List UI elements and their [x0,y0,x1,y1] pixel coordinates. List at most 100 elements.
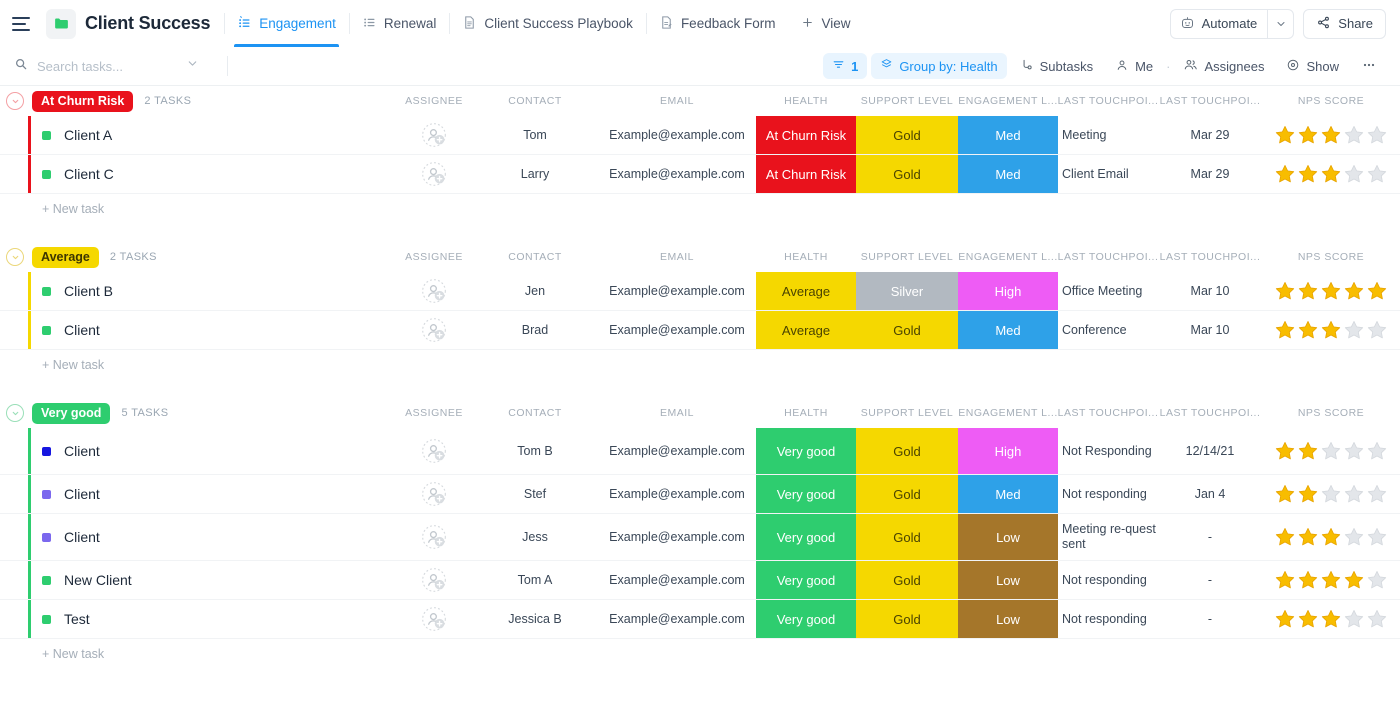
avatar-placeholder-icon[interactable] [421,606,447,632]
add-view-button[interactable]: View [788,0,863,47]
task-name-cell[interactable]: Client B [42,272,113,310]
last-touchpoint-cell[interactable]: Conference [1058,311,1158,349]
column-header-health[interactable]: HEALTH [756,86,856,116]
table-row[interactable]: Client CLarryExample@example.comAt Churn… [0,155,1400,194]
last-touchpoint-date-cell[interactable]: Jan 4 [1158,475,1262,513]
nps-stars[interactable] [1274,319,1388,341]
engagement-level-cell[interactable]: High [958,272,1058,310]
support-level-cell[interactable]: Gold [856,475,958,513]
health-cell[interactable]: At Churn Risk [756,155,856,193]
nps-stars[interactable] [1274,163,1388,185]
star-icon[interactable] [1297,608,1319,630]
hamburger-icon[interactable] [12,13,34,35]
star-icon[interactable] [1274,319,1296,341]
table-row[interactable]: Client ATomExample@example.comAt Churn R… [0,116,1400,155]
assignee-cell[interactable] [396,475,472,513]
health-cell[interactable]: Very good [756,561,856,599]
avatar-placeholder-icon[interactable] [421,567,447,593]
star-icon[interactable] [1366,124,1388,146]
assignee-cell[interactable] [396,155,472,193]
task-name-cell[interactable]: Client C [42,155,114,193]
column-header-assignee[interactable]: ASSIGNEE [396,86,472,116]
health-cell[interactable]: Average [756,272,856,310]
email-cell[interactable]: Example@example.com [598,561,756,599]
group-status-pill[interactable]: Very good [32,403,110,424]
assignees-button[interactable]: Assignees [1174,53,1273,79]
nps-stars[interactable] [1274,124,1388,146]
column-header-contact[interactable]: CONTACT [472,398,598,428]
engagement-level-cell[interactable]: Med [958,116,1058,154]
new-task-button[interactable]: + New task [0,639,1400,669]
contact-cell[interactable]: Jessica B [472,600,598,638]
star-icon[interactable] [1343,526,1365,548]
status-dot[interactable] [42,287,51,296]
last-touchpoint-date-cell[interactable]: - [1158,514,1262,560]
column-header-date[interactable]: LAST TOUCHPOI... [1158,242,1262,272]
health-cell[interactable]: Very good [756,514,856,560]
star-icon[interactable] [1343,163,1365,185]
nps-stars[interactable] [1274,526,1388,548]
star-icon[interactable] [1320,124,1342,146]
nps-stars[interactable] [1274,280,1388,302]
star-icon[interactable] [1343,608,1365,630]
table-row[interactable]: Client BJenExample@example.comAverageSil… [0,272,1400,311]
task-name-cell[interactable]: Test [42,600,90,638]
nps-score-cell[interactable] [1262,600,1400,638]
star-icon[interactable] [1297,319,1319,341]
status-dot[interactable] [42,615,51,624]
nps-score-cell[interactable] [1262,155,1400,193]
search-box[interactable] [14,57,219,76]
star-icon[interactable] [1274,163,1296,185]
email-cell[interactable]: Example@example.com [598,116,756,154]
column-header-support[interactable]: SUPPORT LEVEL [856,86,958,116]
task-name-cell[interactable]: Client [42,475,100,513]
star-icon[interactable] [1366,163,1388,185]
star-icon[interactable] [1274,569,1296,591]
contact-cell[interactable]: Brad [472,311,598,349]
column-header-support[interactable]: SUPPORT LEVEL [856,398,958,428]
status-dot[interactable] [42,326,51,335]
avatar-placeholder-icon[interactable] [421,278,447,304]
star-icon[interactable] [1343,280,1365,302]
column-header-engage[interactable]: ENGAGEMENT L... [958,398,1058,428]
me-button[interactable]: Me [1106,53,1162,79]
star-icon[interactable] [1320,319,1342,341]
star-icon[interactable] [1297,280,1319,302]
last-touchpoint-cell[interactable]: Meeting [1058,116,1158,154]
group-by-button[interactable]: Group by: Health [871,53,1006,79]
avatar-placeholder-icon[interactable] [421,524,447,550]
nps-score-cell[interactable] [1262,428,1400,474]
last-touchpoint-date-cell[interactable]: - [1158,600,1262,638]
collapse-group-button[interactable] [6,404,24,422]
column-header-date[interactable]: LAST TOUCHPOI... [1158,398,1262,428]
column-header-support[interactable]: SUPPORT LEVEL [856,242,958,272]
star-icon[interactable] [1297,124,1319,146]
collapse-group-button[interactable] [6,248,24,266]
contact-cell[interactable]: Larry [472,155,598,193]
support-level-cell[interactable]: Gold [856,561,958,599]
table-row[interactable]: ClientStefExample@example.comVery goodGo… [0,475,1400,514]
health-cell[interactable]: At Churn Risk [756,116,856,154]
email-cell[interactable]: Example@example.com [598,600,756,638]
star-icon[interactable] [1274,608,1296,630]
new-task-button[interactable]: + New task [0,350,1400,380]
email-cell[interactable]: Example@example.com [598,272,756,310]
contact-cell[interactable]: Tom A [472,561,598,599]
more-options-button[interactable] [1352,53,1386,79]
star-icon[interactable] [1366,608,1388,630]
star-icon[interactable] [1343,569,1365,591]
last-touchpoint-date-cell[interactable]: 12/14/21 [1158,428,1262,474]
status-dot[interactable] [42,533,51,542]
support-level-cell[interactable]: Gold [856,514,958,560]
star-icon[interactable] [1297,483,1319,505]
avatar-placeholder-icon[interactable] [421,122,447,148]
star-icon[interactable] [1274,526,1296,548]
engagement-level-cell[interactable]: Low [958,561,1058,599]
star-icon[interactable] [1343,124,1365,146]
support-level-cell[interactable]: Gold [856,428,958,474]
star-icon[interactable] [1366,440,1388,462]
nps-score-cell[interactable] [1262,272,1400,310]
column-header-email[interactable]: EMAIL [598,242,756,272]
column-header-touch[interactable]: LAST TOUCHPOI... [1058,242,1158,272]
group-status-pill[interactable]: Average [32,247,99,268]
